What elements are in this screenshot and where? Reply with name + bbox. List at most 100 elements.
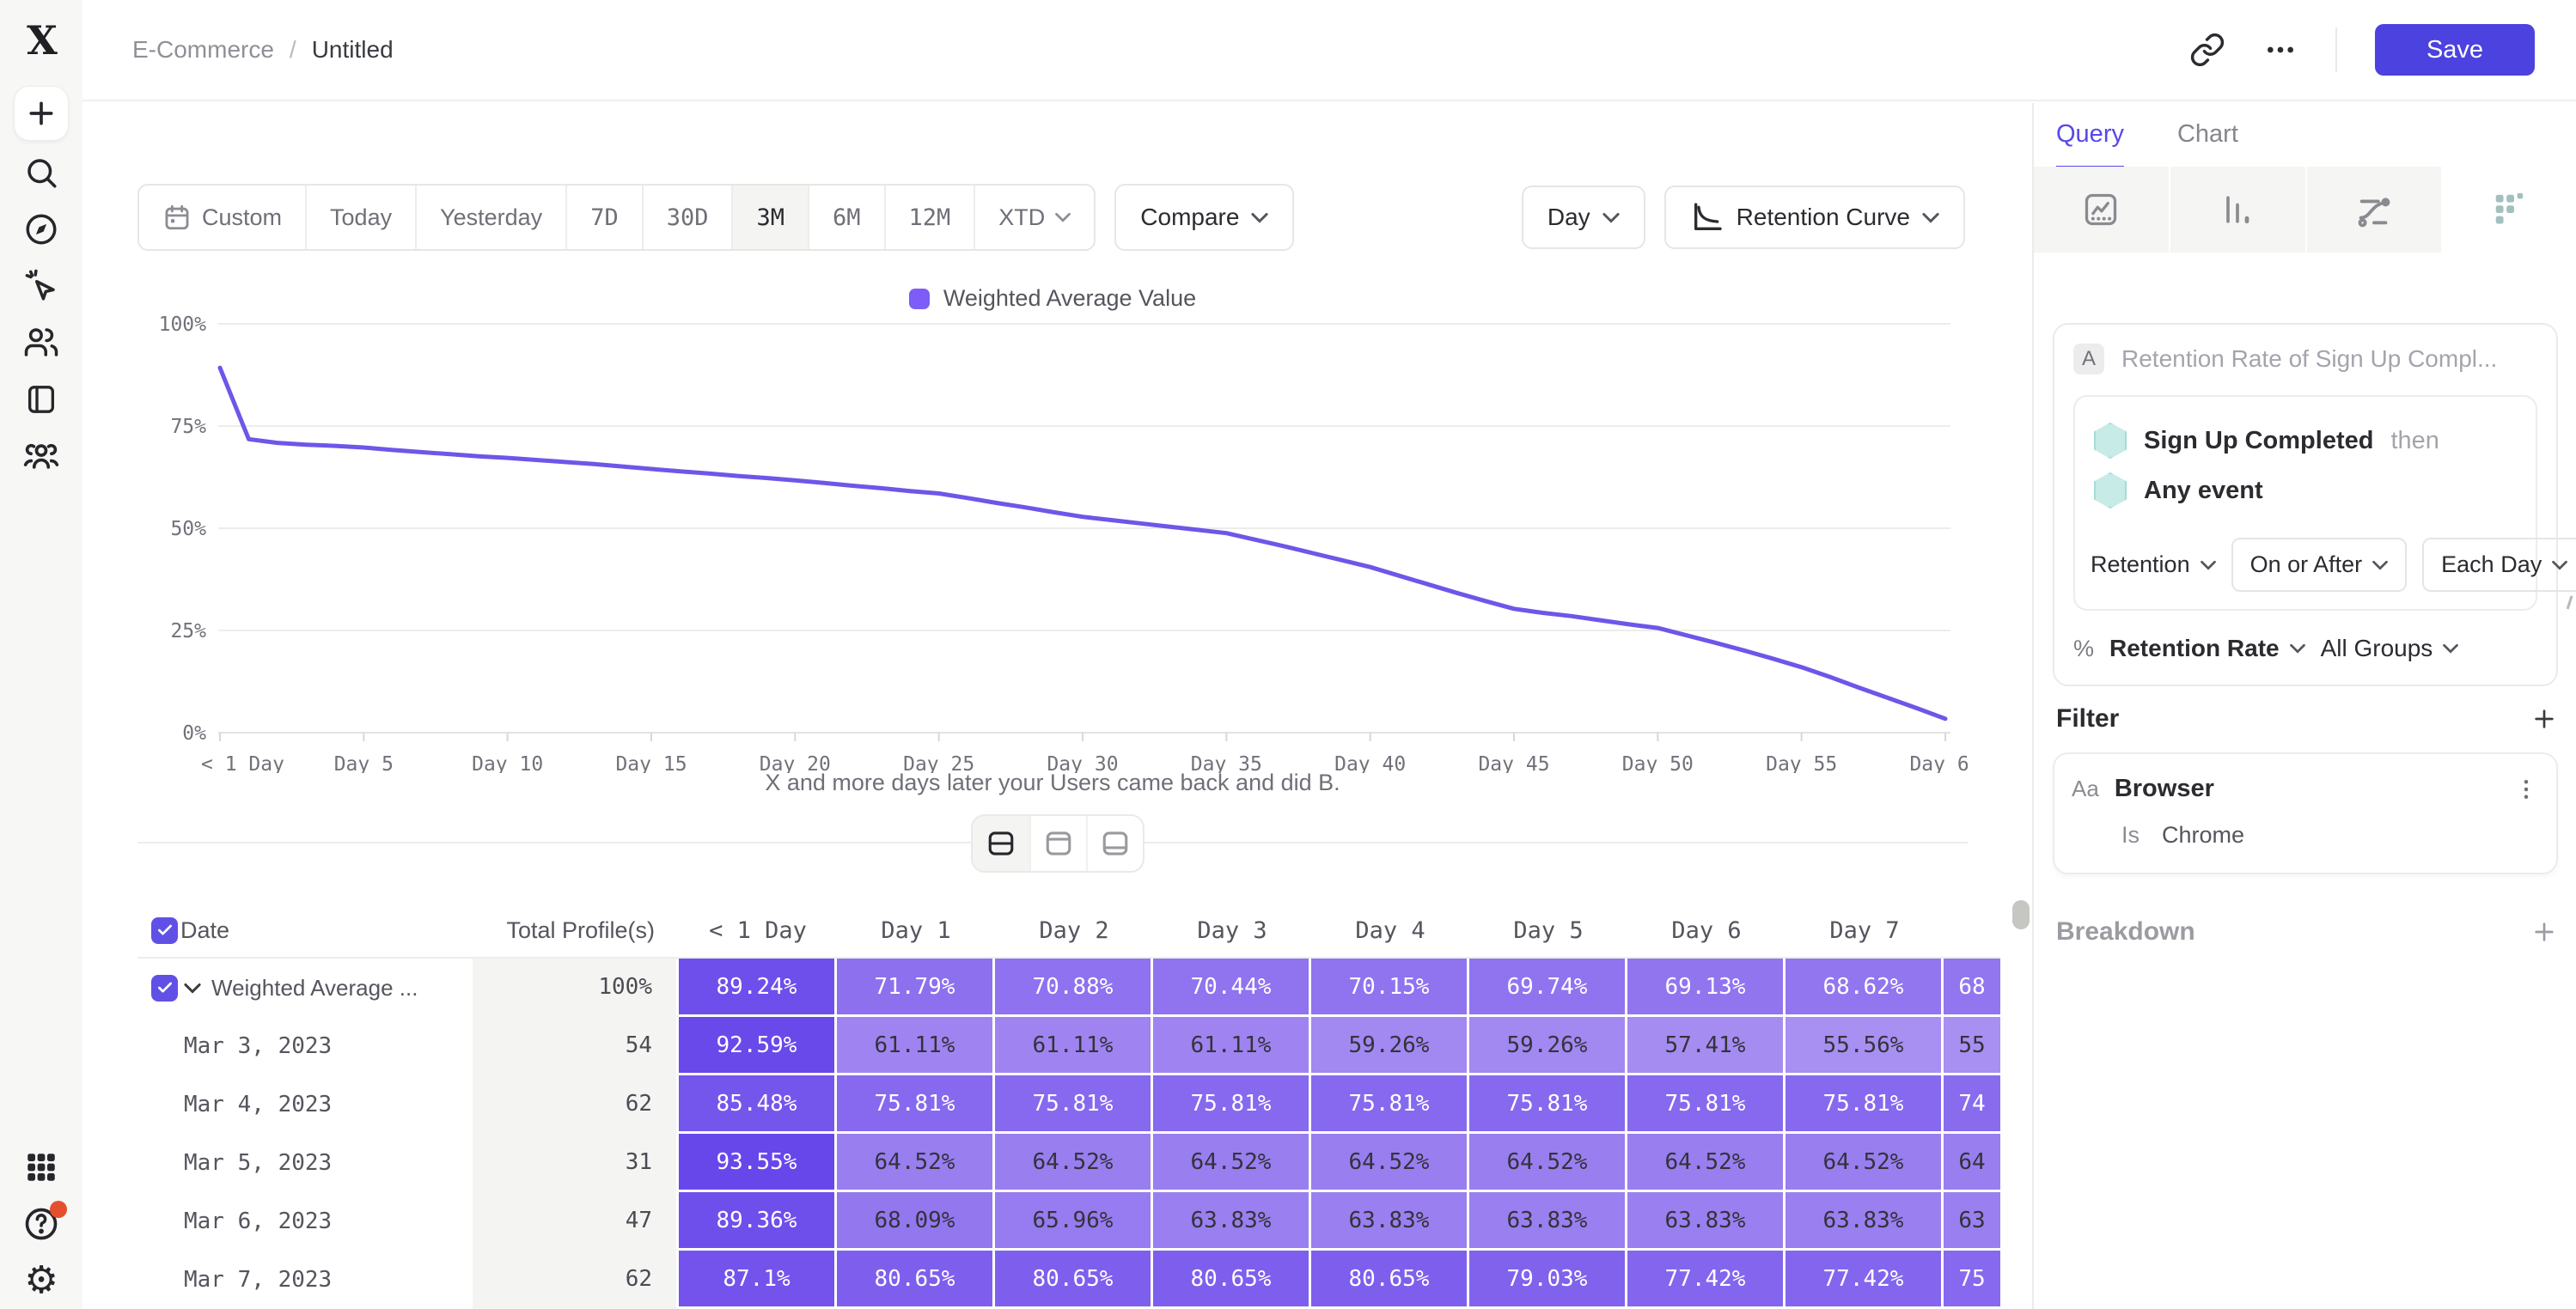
layout-split-button[interactable] [973, 816, 1029, 871]
retention-cell[interactable]: 61.11% [837, 1017, 995, 1075]
second-event-name[interactable]: Any event [2144, 477, 2263, 505]
chart-type-dropdown[interactable]: Retention Curve [1664, 186, 1965, 249]
retention-cell[interactable]: 70.15% [1311, 959, 1469, 1017]
column-header-day[interactable]: Day 2 [995, 904, 1153, 959]
metric-dropdown[interactable]: Retention Rate [2109, 635, 2305, 662]
row-label[interactable]: Mar 6, 2023 [180, 1192, 473, 1251]
retention-cell[interactable]: 89.36% [679, 1192, 837, 1251]
layout-chart-only-button[interactable] [1029, 816, 1086, 871]
retention-cell[interactable]: 63.83% [1311, 1192, 1469, 1251]
retention-cell[interactable]: 64.52% [837, 1134, 995, 1192]
new-report-button[interactable] [14, 86, 69, 141]
retention-cell[interactable]: 70.44% [1153, 959, 1311, 1017]
date-range-yesterday[interactable]: Yesterday [415, 186, 565, 249]
retention-cell[interactable]: 89.24% [679, 959, 837, 1017]
legend-item[interactable]: Weighted Average Value [909, 285, 1196, 312]
kebab-menu-icon[interactable] [2513, 776, 2539, 802]
retention-cell[interactable]: 59.26% [1469, 1017, 1627, 1075]
retention-cell[interactable]: 64.52% [1469, 1134, 1627, 1192]
sidebar-item-cohorts[interactable] [14, 428, 69, 484]
layout-table-only-button[interactable] [1086, 816, 1143, 871]
column-header-total[interactable]: Total Profile(s) [473, 904, 679, 959]
first-event-row[interactable]: Sign Up Completed then [2091, 416, 2520, 466]
date-range-today[interactable]: Today [305, 186, 415, 249]
chart-type-retention[interactable] [2443, 167, 2576, 253]
retention-cell[interactable]: 68.62% [1785, 959, 1944, 1017]
retention-cell-clipped[interactable]: 68 [1944, 959, 2000, 1017]
more-options-button[interactable] [2263, 33, 2298, 67]
second-event-row[interactable]: Any event [2091, 466, 2520, 515]
first-event-name[interactable]: Sign Up Completed [2144, 427, 2373, 455]
retention-cell[interactable]: 80.65% [837, 1251, 995, 1309]
row-label[interactable]: Mar 7, 2023 [180, 1251, 473, 1309]
chevron-down-icon[interactable] [184, 983, 201, 994]
date-range-7d[interactable]: 7D [565, 186, 642, 249]
retention-cell[interactable]: 59.26% [1311, 1017, 1469, 1075]
interval-dropdown[interactable]: Each Day [2422, 538, 2576, 592]
retention-cell[interactable]: 77.42% [1785, 1251, 1944, 1309]
select-all-checkbox[interactable] [151, 917, 178, 944]
date-range-3m[interactable]: 3M [731, 186, 808, 249]
retention-cell[interactable]: 69.13% [1627, 959, 1785, 1017]
retention-cell[interactable]: 61.11% [995, 1017, 1153, 1075]
help-button[interactable] [14, 1196, 69, 1252]
retention-cell-clipped[interactable]: 64 [1944, 1134, 2000, 1192]
retention-cell[interactable]: 64.52% [1153, 1134, 1311, 1192]
retention-cell[interactable]: 75.81% [1153, 1075, 1311, 1134]
groups-dropdown[interactable]: All Groups [2321, 635, 2459, 662]
retention-cell[interactable]: 64.52% [1627, 1134, 1785, 1192]
granularity-dropdown[interactable]: Day [1522, 186, 1645, 249]
retention-cell[interactable]: 64.52% [1785, 1134, 1944, 1192]
retention-cell[interactable]: 69.74% [1469, 959, 1627, 1017]
column-header-day[interactable]: Day 6 [1627, 904, 1785, 959]
chart-type-bar[interactable] [2170, 167, 2307, 253]
sidebar-item-explore[interactable] [14, 201, 69, 258]
date-range-custom[interactable]: Custom [139, 186, 305, 249]
retention-cell[interactable]: 80.65% [1311, 1251, 1469, 1309]
retention-cell[interactable]: 85.48% [679, 1075, 837, 1134]
retention-cell[interactable]: 80.65% [995, 1251, 1153, 1309]
date-range-30d[interactable]: 30D [642, 186, 732, 249]
compare-button[interactable]: Compare [1114, 184, 1294, 251]
table-scrollbar[interactable] [2012, 900, 2030, 929]
retention-cell[interactable]: 71.79% [837, 959, 995, 1017]
retention-cell[interactable]: 68.09% [837, 1192, 995, 1251]
query-title[interactable]: Retention Rate of Sign Up Compl... [2121, 345, 2497, 373]
retention-cell-clipped[interactable]: 55 [1944, 1017, 2000, 1075]
retention-cell[interactable]: 57.41% [1627, 1017, 1785, 1075]
column-header-day[interactable]: Day 3 [1153, 904, 1311, 959]
retention-cell[interactable]: 79.03% [1469, 1251, 1627, 1309]
add-filter-icon[interactable] [2530, 705, 2558, 733]
column-header-day[interactable]: < 1 Day [679, 904, 837, 959]
filter-property[interactable]: Browser [2115, 775, 2498, 803]
column-header-day[interactable]: Day 1 [837, 904, 995, 959]
sidebar-item-reports[interactable] [14, 371, 69, 428]
column-header-day[interactable]: Day 4 [1311, 904, 1469, 959]
retention-cell-clipped[interactable]: 75 [1944, 1251, 2000, 1309]
date-range-12m[interactable]: 12M [884, 186, 974, 249]
retention-cell[interactable]: 75.81% [1311, 1075, 1469, 1134]
retention-cell[interactable]: 93.55% [679, 1134, 837, 1192]
retention-cell[interactable]: 80.65% [1153, 1251, 1311, 1309]
retention-cell[interactable]: 92.59% [679, 1017, 837, 1075]
sidebar-item-events[interactable] [14, 258, 69, 314]
row-label[interactable]: Weighted Average ... [180, 959, 473, 1017]
breadcrumb-page[interactable]: Untitled [312, 36, 394, 64]
breadcrumb-project[interactable]: E-Commerce [132, 36, 274, 64]
row-label[interactable]: Mar 5, 2023 [180, 1134, 473, 1192]
filter-operator[interactable]: Is [2121, 822, 2140, 849]
retention-cell[interactable]: 64.52% [1311, 1134, 1469, 1192]
retention-cell-clipped[interactable]: 63 [1944, 1192, 2000, 1251]
retention-cell[interactable]: 75.81% [837, 1075, 995, 1134]
tab-query[interactable]: Query [2056, 120, 2124, 170]
column-header-day[interactable]: Day 5 [1469, 904, 1627, 959]
retention-line[interactable] [220, 368, 1945, 719]
filter-card[interactable]: Aa Browser Is Chrome [2053, 752, 2558, 874]
filter-value[interactable]: Chrome [2162, 822, 2244, 849]
retention-cell[interactable]: 63.83% [1469, 1192, 1627, 1251]
column-header-day[interactable]: Day 7 [1785, 904, 1944, 959]
retention-cell[interactable]: 63.83% [1785, 1192, 1944, 1251]
chart-type-flow[interactable] [2307, 167, 2444, 253]
column-header-date[interactable]: Date [180, 904, 473, 959]
date-range-xtd[interactable]: XTD [974, 186, 1094, 249]
